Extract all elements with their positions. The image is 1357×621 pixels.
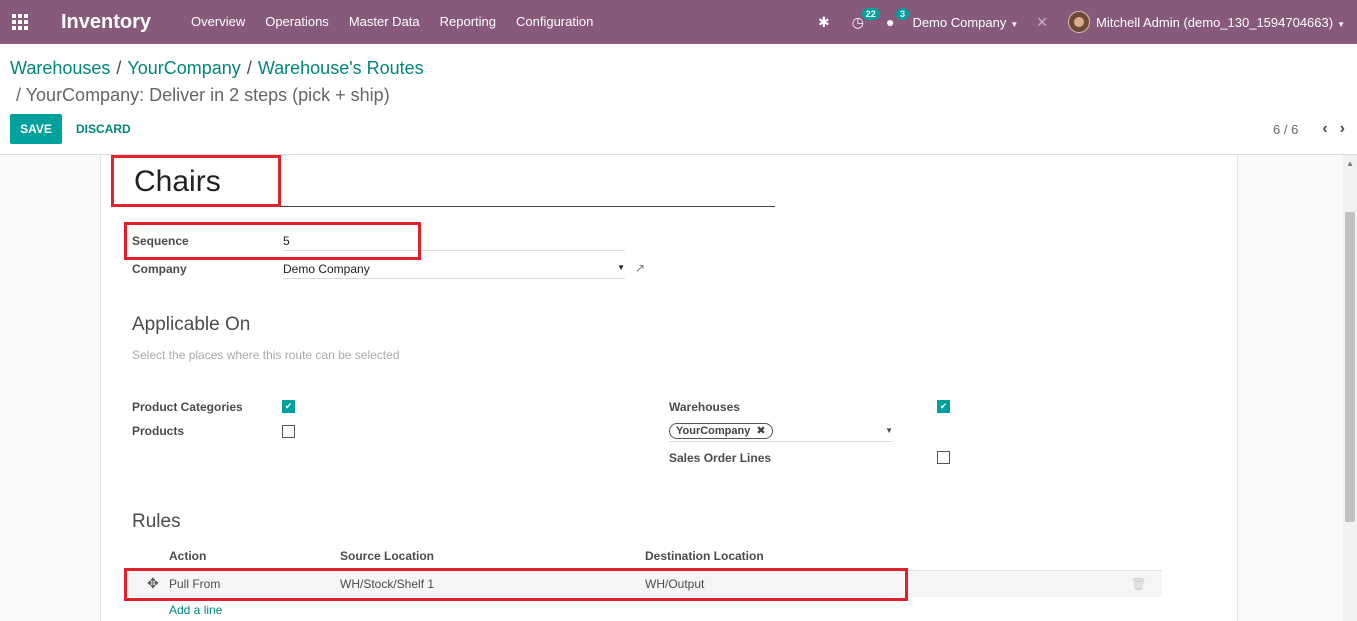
sales-order-lines-label: Sales Order Lines [669, 451, 772, 465]
control-panel: Warehouses / YourCompany / Warehouse's Route… [0, 44, 1357, 155]
rules-title: Rules [132, 511, 181, 532]
tag-remove-icon[interactable]: ✖ [756, 425, 765, 437]
top-navbar: Inventory Overview Operations Master Dat… [0, 0, 1357, 44]
products-label: Products [132, 424, 185, 438]
warehouses-many2many[interactable]: YourCompany ✖ ▼ [669, 422, 893, 442]
products-checkbox[interactable] [282, 425, 295, 438]
caret-down-icon: ▼ [885, 426, 893, 435]
systray: ✱ ◷ 22 ● 3 Demo Company ▼ ✕ Mitchell Admi… [818, 0, 1357, 44]
company-label: Company [132, 262, 187, 276]
highlight-rule-row [124, 568, 908, 601]
breadcrumb-current: / YourCompany: Deliver in 2 steps (pick … [16, 85, 390, 105]
breadcrumb: Warehouses / YourCompany / Warehouse's Route… [10, 58, 424, 78]
chevron-right-icon[interactable]: › [1340, 120, 1345, 138]
breadcrumb-warehouses[interactable]: Warehouses [10, 58, 110, 78]
main-menu: Overview Operations Master Data Reportin… [181, 0, 603, 44]
breadcrumb-yourcompany[interactable]: YourCompany [127, 58, 240, 78]
caret-down-icon: ▼ [617, 263, 625, 272]
breadcrumb-current-label: YourCompany: Deliver in 2 steps (pick + … [25, 85, 390, 105]
scroll-up-icon[interactable]: ▲ [1346, 159, 1354, 168]
breadcrumb-warehouse-routes[interactable]: Warehouse's Routes [258, 58, 424, 78]
app-brand[interactable]: Inventory [61, 11, 151, 34]
user-name: Mitchell Admin (demo_130_1594704663) [1096, 14, 1334, 30]
menu-operations[interactable]: Operations [255, 0, 339, 44]
add-line-link[interactable]: Add a line [169, 603, 222, 617]
messages-chat-icon[interactable]: ● 3 [886, 8, 909, 30]
form-view: Chairs Sequence 5 Company Demo Company ▼… [0, 155, 1343, 621]
company-switcher[interactable]: Demo Company ▼ [912, 15, 1018, 30]
activity-clock-icon[interactable]: ◷ 22 [852, 7, 880, 31]
apps-menu-icon[interactable] [0, 0, 40, 44]
warehouses-label: Warehouses [669, 400, 740, 414]
pager-value[interactable]: 6 / 6 [1273, 122, 1298, 137]
company-value: Demo Company [283, 262, 370, 276]
messages-badge: 3 [895, 8, 909, 20]
rules-header-source[interactable]: Source Location [340, 549, 434, 563]
product-categories-checkbox[interactable]: ✔ [282, 400, 295, 413]
menu-configuration[interactable]: Configuration [506, 0, 603, 44]
warehouse-tag-label: YourCompany [676, 425, 751, 437]
product-categories-label: Product Categories [132, 400, 243, 414]
pager: 6 / 6 ‹ › [1273, 120, 1345, 138]
rules-header-action[interactable]: Action [169, 549, 206, 563]
discard-button[interactable]: DISCARD [68, 114, 139, 144]
warehouse-tag: YourCompany ✖ [669, 423, 773, 439]
trash-icon[interactable]: 🗑 [1131, 577, 1146, 591]
company-select[interactable]: Demo Company ▼ [283, 262, 625, 279]
menu-reporting[interactable]: Reporting [430, 0, 506, 44]
applicable-on-title: Applicable On [132, 314, 251, 335]
external-link-icon[interactable]: ↗ [635, 261, 645, 275]
sales-order-lines-checkbox[interactable] [937, 451, 950, 464]
caret-down-icon: ▼ [1337, 19, 1345, 29]
scrollbar-thumb[interactable] [1345, 212, 1355, 522]
form-sheet: Chairs Sequence 5 Company Demo Company ▼… [100, 155, 1238, 621]
rules-header-destination[interactable]: Destination Location [645, 549, 764, 563]
save-button[interactable]: SAVE [10, 114, 62, 144]
activity-badge: 22 [861, 7, 880, 20]
company-name: Demo Company [912, 14, 1007, 30]
chevron-left-icon[interactable]: ‹ [1322, 120, 1327, 138]
highlight-sequence [124, 222, 421, 260]
highlight-name [111, 155, 281, 207]
menu-master-data[interactable]: Master Data [339, 0, 430, 44]
tools-icon[interactable]: ✕ [1036, 14, 1048, 31]
user-avatar[interactable] [1068, 11, 1091, 33]
user-menu[interactable]: Mitchell Admin (demo_130_1594704663) ▼ [1096, 15, 1345, 30]
caret-down-icon: ▼ [1010, 19, 1019, 29]
warehouses-checkbox[interactable]: ✔ [937, 400, 950, 413]
debug-bug-icon[interactable]: ✱ [818, 14, 830, 31]
menu-overview[interactable]: Overview [181, 0, 255, 44]
applicable-on-help: Select the places where this route can b… [132, 348, 400, 362]
